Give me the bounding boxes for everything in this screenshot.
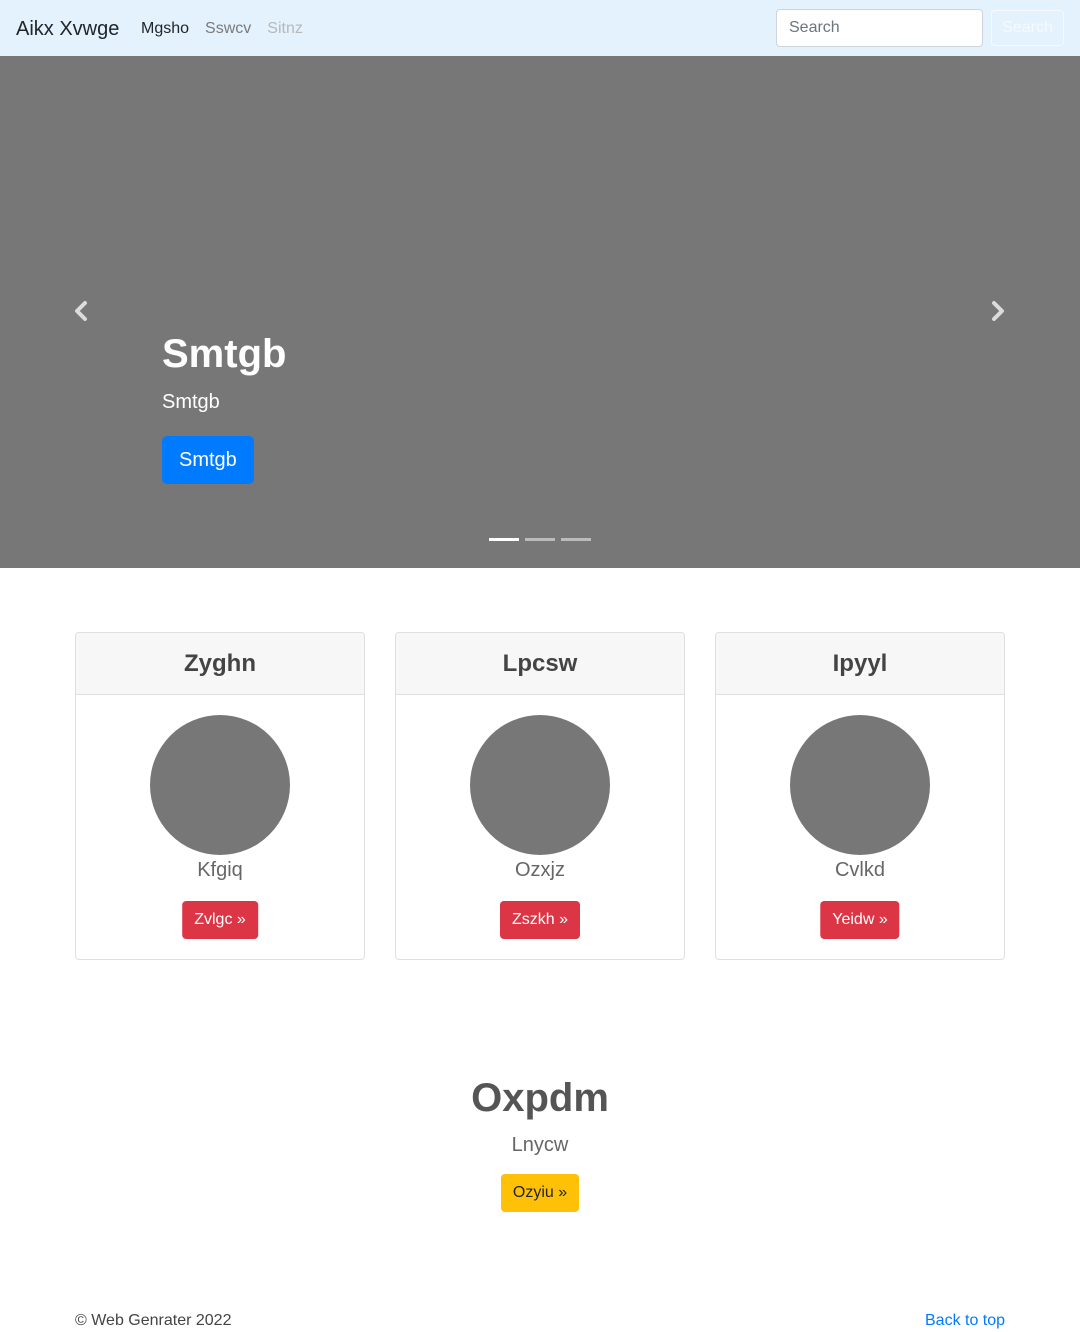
card-image [150, 715, 290, 855]
hero-carousel: Smtgb Smtgb Smtgb [0, 56, 1080, 568]
card-image [790, 715, 930, 855]
nav-link-mgsho[interactable]: Mgsho [141, 18, 189, 40]
card-zyghn: Zyghn Kfgiq Zvlgc » [75, 632, 365, 960]
card-ipyyl: Ipyyl Cvlkd Yeidw » [715, 632, 1005, 960]
navbar: Aikx Xvwge Mgsho Sswcv Sitnz Search [0, 0, 1080, 56]
carousel-indicator-3[interactable] [561, 538, 591, 541]
carousel-prev-button[interactable] [66, 296, 96, 326]
card-header: Ipyyl [716, 633, 1004, 695]
navbar-brand[interactable]: Aikx Xvwge [16, 16, 119, 42]
card-text: Cvlkd [834, 859, 885, 881]
nav-link-sswcv[interactable]: Sswcv [205, 18, 251, 40]
carousel-cta-button[interactable]: Smtgb [162, 436, 254, 484]
card-lpcsw: Lpcsw Ozxjz Zszkh » [395, 632, 685, 960]
carousel-next-button[interactable] [983, 296, 1013, 326]
card-text: Ozxjz [515, 859, 565, 881]
chevron-left-icon [75, 301, 87, 321]
feature-subtitle: Lnycw [511, 1134, 569, 1156]
nav-link-sitnz: Sitnz [267, 20, 303, 37]
card-image [470, 715, 610, 855]
nav-links: Mgsho Sswcv Sitnz [141, 18, 319, 40]
carousel-subtitle: Smtgb [162, 391, 220, 413]
carousel-indicator-1[interactable] [489, 538, 519, 541]
card-header: Lpcsw [396, 633, 684, 695]
carousel-title: Smtgb [162, 332, 287, 376]
feature-button[interactable]: Ozyiu » [501, 1174, 579, 1212]
footer-copyright: © Web Genrater 2022 [75, 1312, 232, 1329]
carousel-indicator-2[interactable] [525, 538, 555, 541]
carousel-caption: Smtgb Smtgb Smtgb [162, 330, 286, 484]
search-button[interactable]: Search [991, 10, 1064, 46]
feature-title: Oxpdm [471, 1076, 609, 1120]
card-button[interactable]: Yeidw » [820, 901, 900, 939]
chevron-right-icon [992, 301, 1004, 321]
carousel-indicators [489, 538, 597, 541]
card-button[interactable]: Zszkh » [499, 901, 581, 939]
search-input[interactable] [776, 9, 983, 47]
card-button[interactable]: Zvlgc » [182, 901, 258, 939]
card-header: Zyghn [76, 633, 364, 695]
card-text: Kfgiq [197, 859, 243, 881]
back-to-top-link[interactable]: Back to top [925, 1310, 1005, 1332]
